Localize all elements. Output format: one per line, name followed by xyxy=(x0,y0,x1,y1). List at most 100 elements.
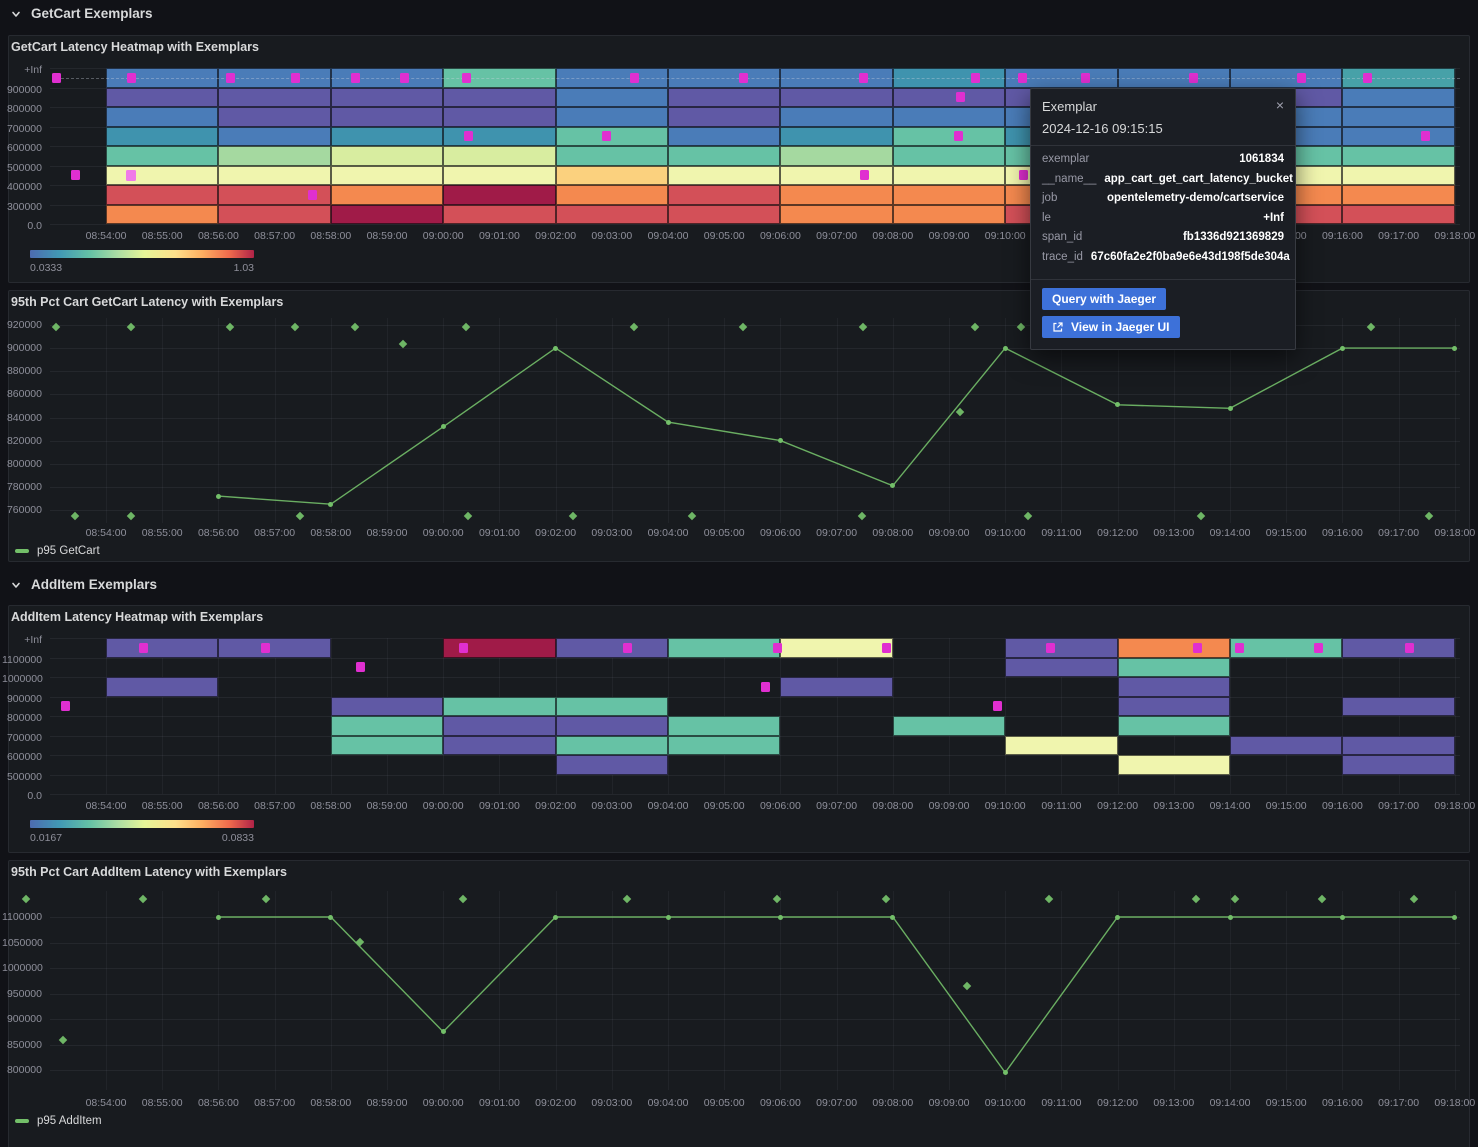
series-point[interactable] xyxy=(1115,915,1120,920)
exemplar-marker[interactable] xyxy=(52,73,61,83)
heatmap-cell[interactable] xyxy=(1118,638,1230,658)
heatmap-cell[interactable] xyxy=(780,205,893,225)
heatmap-cell[interactable] xyxy=(1118,755,1230,775)
exemplar-marker[interactable] xyxy=(1081,73,1090,83)
heatmap-cell[interactable] xyxy=(556,166,668,186)
exemplar-marker[interactable] xyxy=(1018,73,1027,83)
exemplar-marker[interactable] xyxy=(1193,643,1202,653)
heatmap-cell[interactable] xyxy=(106,166,218,186)
heatmap-cell[interactable] xyxy=(556,716,668,736)
heatmap-cell[interactable] xyxy=(218,638,331,658)
heatmap-cell[interactable] xyxy=(331,127,443,147)
heatmap-cell[interactable] xyxy=(780,185,893,205)
exemplar-marker[interactable] xyxy=(1363,73,1372,83)
series-point[interactable] xyxy=(1340,346,1345,351)
exemplar-marker[interactable] xyxy=(882,643,891,653)
exemplar-marker[interactable] xyxy=(623,643,632,653)
heatmap-cell[interactable] xyxy=(556,146,668,166)
series-point[interactable] xyxy=(553,346,558,351)
series-point[interactable] xyxy=(1340,915,1345,920)
exemplar-marker[interactable] xyxy=(1405,643,1414,653)
exemplar-marker[interactable] xyxy=(351,73,360,83)
exemplar-marker[interactable] xyxy=(860,170,869,180)
heatmap-cell[interactable] xyxy=(1005,736,1118,756)
close-icon[interactable]: × xyxy=(1276,99,1284,111)
heatmap-cell[interactable] xyxy=(780,677,893,697)
heatmap-cell[interactable] xyxy=(1342,697,1455,717)
heatmap-cell[interactable] xyxy=(443,716,556,736)
heatmap-cell[interactable] xyxy=(1118,677,1230,697)
panel-title[interactable]: 95th Pct Cart AddItem Latency with Exemp… xyxy=(11,865,287,879)
heatmap-cell[interactable] xyxy=(106,205,218,225)
heatmap-cell[interactable] xyxy=(668,205,780,225)
exemplar-marker[interactable] xyxy=(127,73,136,83)
heatmap-cell[interactable] xyxy=(443,205,556,225)
heatmap-cell[interactable] xyxy=(556,755,668,775)
exemplar-marker[interactable] xyxy=(464,131,473,141)
exemplar-marker[interactable] xyxy=(1235,643,1244,653)
heatmap-cell[interactable] xyxy=(893,146,1005,166)
heatmap-cell[interactable] xyxy=(556,107,668,127)
exemplar-marker[interactable] xyxy=(971,73,980,83)
heatmap-cell[interactable] xyxy=(1342,638,1455,658)
series-point[interactable] xyxy=(890,915,895,920)
heatmap-cell[interactable] xyxy=(668,185,780,205)
series-point[interactable] xyxy=(1003,346,1008,351)
heatmap-cell[interactable] xyxy=(1230,638,1342,658)
view-in-jaeger-ui-button[interactable]: View in Jaeger UI xyxy=(1042,316,1180,338)
heatmap-cell[interactable] xyxy=(1342,185,1455,205)
exemplar-marker[interactable] xyxy=(1189,73,1198,83)
heatmap-cell[interactable] xyxy=(443,166,556,186)
exemplar-marker[interactable] xyxy=(308,190,317,200)
heatmap-cell[interactable] xyxy=(106,677,218,697)
series-point[interactable] xyxy=(1228,406,1233,411)
exemplar-marker[interactable] xyxy=(139,643,148,653)
series-point[interactable] xyxy=(441,424,446,429)
exemplar-marker[interactable] xyxy=(71,170,80,180)
exemplar-marker[interactable] xyxy=(400,73,409,83)
heatmap-cell[interactable] xyxy=(218,166,331,186)
query-with-jaeger-button[interactable]: Query with Jaeger xyxy=(1042,288,1166,310)
heatmap-cell[interactable] xyxy=(893,107,1005,127)
series-point[interactable] xyxy=(441,1029,446,1034)
exemplar-marker[interactable] xyxy=(956,92,965,102)
exemplar-marker[interactable] xyxy=(459,643,468,653)
heatmap-cell[interactable] xyxy=(668,107,780,127)
heatmap-cell[interactable] xyxy=(1005,638,1118,658)
section-header-getcart[interactable]: GetCart Exemplars xyxy=(10,6,153,21)
heatmap-cell[interactable] xyxy=(218,107,331,127)
heatmap-cell[interactable] xyxy=(331,107,443,127)
series-point[interactable] xyxy=(1003,1070,1008,1075)
exemplar-marker[interactable] xyxy=(1019,170,1028,180)
heatmap-cell[interactable] xyxy=(780,146,893,166)
exemplar-marker[interactable] xyxy=(261,643,270,653)
series-point[interactable] xyxy=(1452,346,1457,351)
heatmap-cell[interactable] xyxy=(331,205,443,225)
heatmap-cell[interactable] xyxy=(1342,736,1455,756)
heatmap-cell[interactable] xyxy=(780,127,893,147)
exemplar-marker[interactable] xyxy=(739,73,748,83)
exemplar-marker[interactable] xyxy=(630,73,639,83)
panel-title[interactable]: GetCart Latency Heatmap with Exemplars xyxy=(11,40,259,54)
heatmap-cell[interactable] xyxy=(1230,736,1342,756)
exemplar-marker[interactable] xyxy=(1046,643,1055,653)
heatmap-cell[interactable] xyxy=(668,736,780,756)
heatmap-cell[interactable] xyxy=(218,88,331,108)
series-point[interactable] xyxy=(778,438,783,443)
heatmap-cell[interactable] xyxy=(1118,658,1230,678)
heatmap-cell[interactable] xyxy=(443,697,556,717)
heatmap-cell[interactable] xyxy=(331,185,443,205)
exemplar-marker[interactable] xyxy=(462,73,471,83)
series-point[interactable] xyxy=(1452,915,1457,920)
heatmap-cell[interactable] xyxy=(1118,697,1230,717)
exemplar-marker[interactable] xyxy=(954,131,963,141)
heatmap-cell[interactable] xyxy=(218,205,331,225)
heatmap-cell[interactable] xyxy=(893,88,1005,108)
heatmap-cell[interactable] xyxy=(1342,107,1455,127)
heatmap-cell[interactable] xyxy=(556,185,668,205)
exemplar-marker[interactable] xyxy=(1297,73,1306,83)
exemplar-marker[interactable] xyxy=(602,131,611,141)
heatmap-cell[interactable] xyxy=(443,736,556,756)
exemplar-marker[interactable] xyxy=(993,701,1002,711)
heatmap-cell[interactable] xyxy=(1342,205,1455,225)
